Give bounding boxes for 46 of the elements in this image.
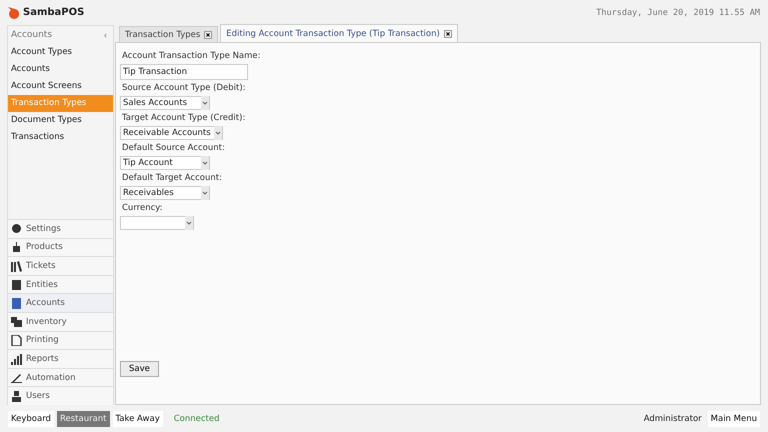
tab-label: Transaction Types <box>125 30 200 40</box>
dropdown[interactable]: Receivables <box>120 186 210 200</box>
caret-icon <box>201 186 209 200</box>
field-label: Target Account Type (Credit): <box>122 113 246 123</box>
tab[interactable]: Transaction Types <box>119 26 218 42</box>
field-label: Default Target Account: <box>122 173 222 183</box>
collapse-button[interactable]: ‹ <box>101 30 110 40</box>
nav-button[interactable]: Products <box>8 238 113 256</box>
text-field[interactable]: Tip Transaction <box>120 64 248 80</box>
dropdown[interactable]: Tip Account <box>120 156 210 170</box>
sidebar-item[interactable]: Document Types <box>8 112 113 129</box>
tab-label: Editing Account Transaction Type (Tip Transaction) <box>226 28 440 38</box>
app-title: SambaPOS <box>23 7 84 18</box>
sidebar-title: Accounts <box>11 30 52 40</box>
field-label: Source Account Type (Debit): <box>122 83 246 93</box>
field-label: Account Transaction Type Name: <box>122 51 261 61</box>
nav-button[interactable]: Automation <box>8 368 113 386</box>
user-name: Administrator <box>644 414 702 424</box>
dropdown[interactable]: Sales Accounts <box>120 96 210 110</box>
nav-button[interactable]: Users <box>8 386 113 405</box>
close-icon[interactable] <box>204 30 212 38</box>
connection-status: Connected <box>174 414 220 424</box>
field-label: Default Source Account: <box>122 143 225 153</box>
nav-button[interactable]: Reports <box>8 349 113 368</box>
nav-button[interactable]: Accounts <box>8 293 113 312</box>
mode-button[interactable]: Keyboard <box>8 410 54 426</box>
caret-icon <box>185 216 193 230</box>
caret-icon <box>201 156 209 170</box>
date-time: Thursday, June 20, 2019 11.55 AM <box>596 8 760 18</box>
mode-button[interactable]: Restaurant <box>56 410 110 426</box>
main-menu-button[interactable]: Main Menu <box>708 410 760 426</box>
save-button[interactable]: Save <box>120 361 159 377</box>
nav-button[interactable]: Entities <box>8 274 113 294</box>
dropdown[interactable]: Receivable Accounts <box>120 126 223 140</box>
sidebar-item[interactable]: Account Screens <box>8 78 113 95</box>
tab[interactable]: Editing Account Transaction Type (Tip Transaction) <box>220 24 458 42</box>
close-icon[interactable] <box>444 30 452 38</box>
logo-icon <box>6 6 20 20</box>
sidebar-item[interactable]: Transactions <box>8 129 113 146</box>
field-label: Currency: <box>122 203 163 213</box>
mode-button[interactable]: Take Away <box>112 410 163 426</box>
sidebar-item[interactable]: Account Types <box>8 44 113 61</box>
caret-icon <box>214 126 222 140</box>
sidebar-item[interactable]: Accounts <box>8 61 113 78</box>
caret-icon <box>201 96 209 110</box>
nav-button[interactable]: Tickets <box>8 256 113 275</box>
